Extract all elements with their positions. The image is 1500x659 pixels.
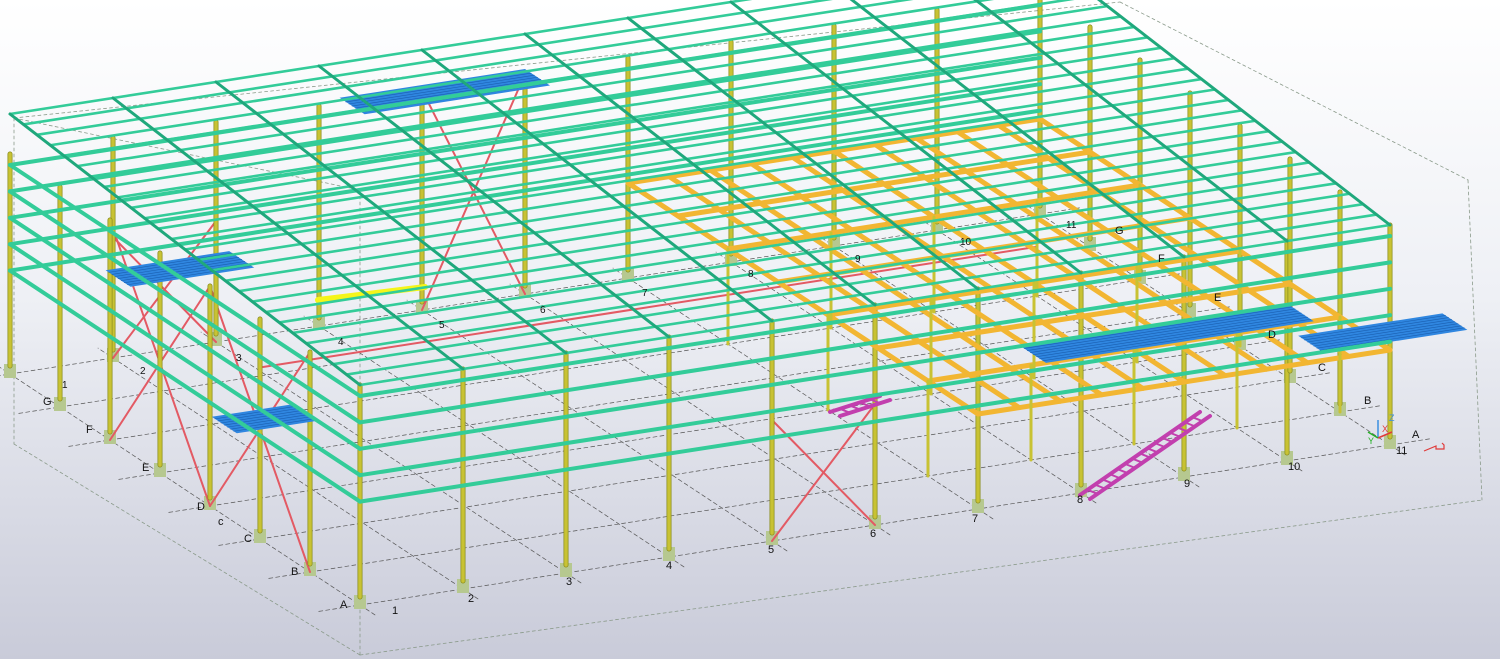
grid-label-row-G: G bbox=[43, 396, 52, 408]
grid-label-row-F: F bbox=[86, 424, 93, 436]
grid-label-col-9: 9 bbox=[1184, 478, 1190, 490]
stair-tread bbox=[1116, 468, 1129, 475]
bbox-edge bbox=[359, 499, 1483, 656]
grid-label-col-7: 7 bbox=[972, 513, 978, 525]
stair-tread bbox=[1101, 478, 1114, 485]
grid-label-row-E: E bbox=[142, 462, 149, 474]
structure-3d-view[interactable]: A B C c D E F G 1 2 3 4 5 6 7 8 9 10 11 … bbox=[0, 0, 1500, 659]
stair-tread bbox=[1109, 473, 1121, 480]
stair-tread bbox=[1169, 431, 1181, 438]
grid-label-back-7: 7 bbox=[642, 288, 648, 299]
stair-tread bbox=[1124, 462, 1136, 469]
grid-label-right-B: B bbox=[1364, 395, 1371, 407]
grid-line-row bbox=[218, 372, 1332, 546]
stair-tread bbox=[1146, 447, 1159, 454]
grid-label-right-F: F bbox=[1158, 253, 1165, 265]
grid-label-back-11: 11 bbox=[1066, 220, 1077, 231]
model-viewport[interactable]: A B C c D E F G 1 2 3 4 5 6 7 8 9 10 11 … bbox=[0, 0, 1500, 659]
grid-label-col-6: 6 bbox=[870, 528, 876, 540]
grid-label-row-B: B bbox=[291, 566, 298, 578]
stair-tread bbox=[859, 401, 871, 408]
grid-label-row-C: C bbox=[244, 533, 252, 545]
grid-label-col-8: 8 bbox=[1077, 494, 1083, 506]
grid-label-right-D: D bbox=[1268, 329, 1276, 341]
grid-label-back-3: 3 bbox=[236, 353, 242, 364]
grid-label-col-10: 10 bbox=[1288, 461, 1300, 473]
grid-label-back-9: 9 bbox=[855, 254, 861, 265]
grid-label-back-8: 8 bbox=[748, 269, 754, 280]
stair-tread bbox=[1191, 416, 1204, 423]
stair-tread bbox=[1154, 442, 1166, 449]
stair-tread bbox=[849, 404, 861, 411]
grid-label-back-2: 2 bbox=[140, 366, 146, 377]
grid-label-right-E: E bbox=[1214, 292, 1221, 304]
stairs[interactable] bbox=[828, 394, 1212, 501]
grid-label-back-5: 5 bbox=[439, 320, 445, 331]
grid-label-row-D: D bbox=[197, 501, 205, 513]
axis-y-label: Y bbox=[1368, 436, 1374, 446]
grid-label-back-6: 6 bbox=[540, 305, 546, 316]
grid-label-row-c: c bbox=[218, 516, 224, 528]
grid-label-right-A: A bbox=[1412, 429, 1420, 441]
grid-label-col-1: 1 bbox=[392, 605, 398, 617]
grid-label-back-1: 1 bbox=[62, 380, 68, 391]
grid-label-col-4: 4 bbox=[666, 560, 672, 572]
grid-label-right-C: C bbox=[1318, 362, 1326, 374]
grid-label-back-10: 10 bbox=[960, 237, 972, 248]
grid-label-right-G: G bbox=[1115, 225, 1124, 237]
stair-tread bbox=[839, 407, 851, 414]
grid-label-col-3: 3 bbox=[566, 576, 572, 588]
view-direction-arrow-icon bbox=[1423, 442, 1445, 452]
grid-label-back-4: 4 bbox=[338, 337, 344, 348]
axis-z-label: Z bbox=[1389, 413, 1395, 423]
axis-x-label: X bbox=[1382, 424, 1388, 434]
grid-label-col-2: 2 bbox=[468, 593, 474, 605]
bbox-edge bbox=[1467, 179, 1483, 501]
stair-tread bbox=[1131, 457, 1144, 464]
grid-label-col-5: 5 bbox=[768, 544, 774, 556]
stair-tread bbox=[1139, 452, 1151, 459]
grid-line-row bbox=[268, 405, 1382, 579]
grid-label-row-A: A bbox=[340, 599, 348, 611]
stair-tread bbox=[1094, 483, 1106, 490]
grid-label-col-11: 11 bbox=[1396, 445, 1407, 457]
